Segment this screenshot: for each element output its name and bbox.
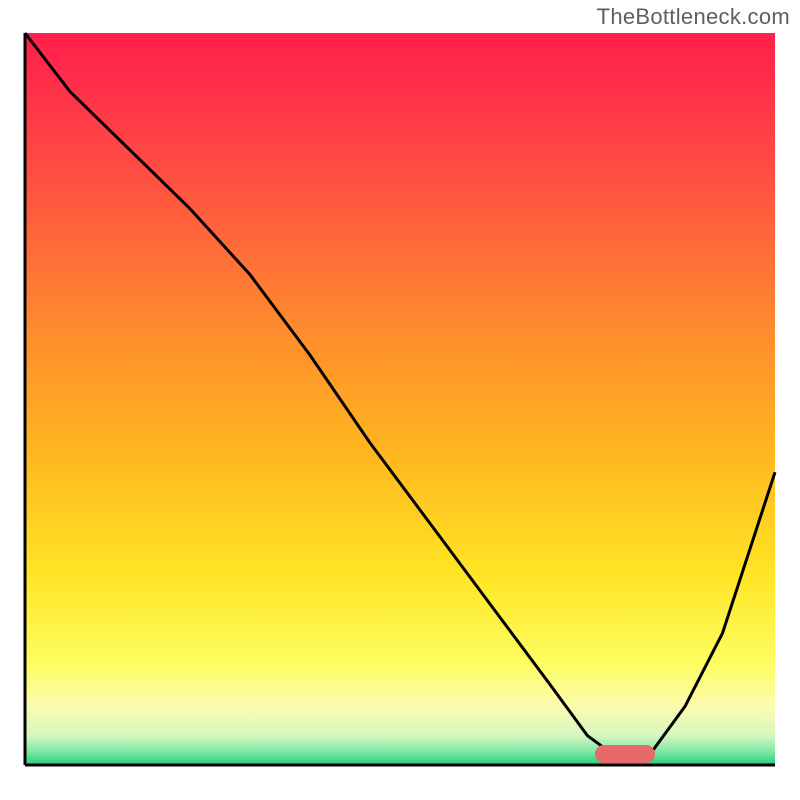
watermark-text: TheBottleneck.com [597, 4, 790, 30]
bottleneck-chart [0, 0, 800, 800]
plot-background [25, 33, 775, 765]
optimal-marker [595, 745, 655, 763]
